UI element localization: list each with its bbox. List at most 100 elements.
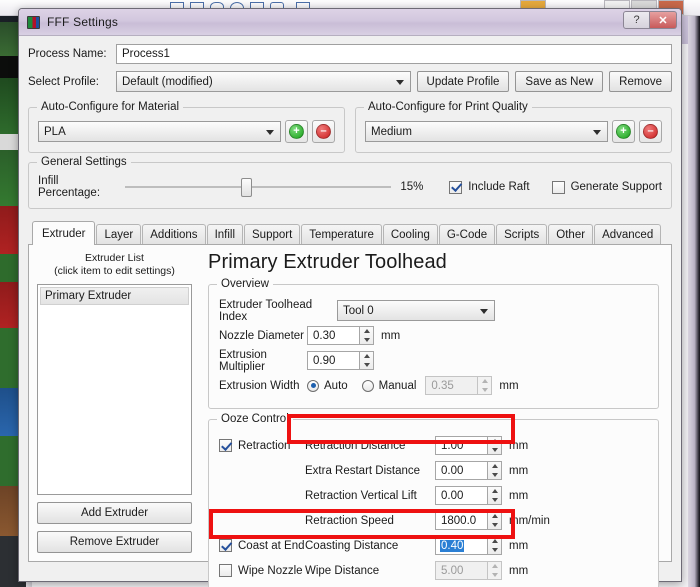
select-profile-dropdown[interactable]: Default (modified) (116, 71, 411, 92)
help-button[interactable]: ? (623, 11, 650, 29)
tab-temperature[interactable]: Temperature (301, 224, 382, 245)
stepper-down-icon[interactable] (488, 521, 501, 530)
tab-cooling[interactable]: Cooling (382, 224, 438, 245)
stepper-buttons[interactable] (487, 436, 502, 455)
nozzle-diameter-unit: mm (381, 329, 401, 342)
generate-support-label: Generate Support (570, 181, 662, 193)
include-raft-checkbox[interactable]: Include Raft (449, 180, 530, 194)
retraction-speed-input[interactable]: 1800.0 (435, 511, 487, 530)
infill-percentage-label: Infill Percentage: (38, 175, 101, 199)
extruder-list-heading-line2: (click item to edit settings) (54, 265, 175, 277)
tab-infill[interactable]: Infill (206, 224, 244, 245)
extrusion-multiplier-row: Extrusion Multiplier 0.90 (219, 348, 648, 373)
update-profile-button[interactable]: Update Profile (416, 71, 510, 92)
extruder-listbox[interactable]: Primary Extruder (37, 284, 192, 495)
stepper-down-icon[interactable] (488, 546, 501, 555)
stepper-up-icon[interactable] (488, 537, 501, 546)
stepper-buttons (477, 376, 493, 395)
extrusion-width-auto-radio[interactable]: Auto (307, 379, 348, 392)
auto-configure-quality-title: Auto-Configure for Print Quality (364, 101, 532, 113)
stepper-buttons[interactable] (359, 326, 374, 345)
coast-at-end-checkbox[interactable]: Coast at End (219, 539, 305, 552)
extrusion-multiplier-stepper[interactable]: 0.90 (307, 351, 374, 370)
stepper-buttons[interactable] (487, 461, 502, 480)
stepper-buttons[interactable] (487, 486, 502, 505)
infill-percentage-slider[interactable] (124, 177, 392, 197)
extra-restart-distance-input[interactable]: 0.00 (435, 461, 487, 480)
toolhead-index-dropdown[interactable]: Tool 0 (337, 300, 495, 321)
extrusion-width-manual-label: Manual (378, 379, 417, 392)
retraction-vertical-lift-stepper[interactable]: 0.00 (435, 486, 502, 505)
process-name-label: Process Name: (28, 48, 107, 60)
stepper-up-icon[interactable] (488, 462, 501, 471)
stepper-buttons[interactable] (487, 536, 502, 555)
coasting-distance-input[interactable]: 0.40 (435, 536, 487, 555)
general-settings-group: General Settings Infill Percentage: 15% … (28, 156, 672, 209)
auto-configure-material-title: Auto-Configure for Material (37, 101, 184, 113)
retraction-row: Retraction Retraction Distance 1.00 mm (219, 433, 648, 458)
generate-support-checkbox[interactable]: Generate Support (551, 180, 662, 194)
remove-material-button[interactable]: – (312, 120, 335, 143)
extrusion-width-auto-label: Auto (324, 379, 348, 392)
add-material-button[interactable]: + (285, 120, 308, 143)
minus-icon: – (643, 124, 658, 139)
toolhead-index-row: Extruder Toolhead Index Tool 0 (219, 298, 648, 323)
retraction-checkbox[interactable]: Retraction (219, 439, 305, 452)
stepper-up-icon[interactable] (488, 487, 501, 496)
add-extruder-button[interactable]: Add Extruder (37, 502, 192, 524)
plus-icon: + (289, 124, 304, 139)
close-button[interactable]: ✕ (650, 11, 677, 29)
stepper-buttons[interactable] (359, 351, 374, 370)
stepper-buttons[interactable] (487, 511, 502, 530)
nozzle-diameter-stepper[interactable]: 0.30 (307, 326, 374, 345)
stepper-up-icon[interactable] (488, 437, 501, 446)
overview-group: Overview Extruder Toolhead Index Tool 0 … (208, 278, 659, 409)
dialog-titlebar[interactable]: FFF Settings ? ✕ (19, 9, 681, 36)
stepper-down-icon[interactable] (488, 496, 501, 505)
save-as-new-button[interactable]: Save as New (515, 71, 604, 92)
stepper-up-icon[interactable] (360, 327, 373, 336)
extra-restart-distance-stepper[interactable]: 0.00 (435, 461, 502, 480)
coasting-distance-stepper[interactable]: 0.40 (435, 536, 502, 555)
coasting-distance-value: 0.40 (440, 539, 465, 552)
wipe-distance-label: Wipe Distance (305, 564, 380, 577)
list-item[interactable]: Primary Extruder (40, 287, 189, 305)
retraction-vertical-lift-input[interactable]: 0.00 (435, 486, 487, 505)
tab-other[interactable]: Other (548, 224, 594, 245)
stepper-down-icon[interactable] (360, 361, 373, 370)
stepper-down-icon[interactable] (488, 446, 501, 455)
remove-quality-button[interactable]: – (639, 120, 662, 143)
retraction-distance-stepper[interactable]: 1.00 (435, 436, 502, 455)
tab-extruder[interactable]: Extruder (32, 221, 96, 245)
tab-scripts[interactable]: Scripts (496, 224, 548, 245)
tab-advanced[interactable]: Advanced (594, 224, 662, 245)
checkbox-icon (449, 180, 463, 194)
stepper-up-icon[interactable] (488, 512, 501, 521)
checkbox-icon (551, 180, 565, 194)
extruder-settings-pane: Primary Extruder Toolhead Overview Extru… (198, 245, 671, 587)
extrusion-multiplier-input[interactable]: 0.90 (307, 351, 359, 370)
tab-layer[interactable]: Layer (96, 224, 142, 245)
remove-profile-button[interactable]: Remove (609, 71, 672, 92)
stepper-down-icon[interactable] (488, 471, 501, 480)
stepper-down-icon[interactable] (360, 336, 373, 345)
retraction-speed-stepper[interactable]: 1800.0 (435, 511, 502, 530)
radio-icon (307, 379, 319, 392)
auto-configure-material-group: Auto-Configure for Material PLA + – (28, 101, 345, 153)
extrusion-width-manual-radio[interactable]: Manual (361, 379, 417, 392)
tab-support[interactable]: Support (244, 224, 301, 245)
tab-gcode[interactable]: G-Code (438, 224, 496, 245)
tab-additions[interactable]: Additions (142, 224, 206, 245)
stepper-up-icon[interactable] (360, 352, 373, 361)
process-name-input[interactable]: Process1 (116, 44, 672, 64)
slider-thumb[interactable] (240, 178, 252, 197)
quality-dropdown[interactable]: Medium (365, 121, 608, 142)
extrusion-width-label: Extrusion Width (219, 379, 300, 392)
remove-extruder-button[interactable]: Remove Extruder (37, 531, 192, 553)
material-dropdown[interactable]: PLA (38, 121, 281, 142)
retraction-distance-input[interactable]: 1.00 (435, 436, 487, 455)
wipe-nozzle-checkbox[interactable]: Wipe Nozzle (219, 564, 305, 577)
nozzle-diameter-input[interactable]: 0.30 (307, 326, 359, 345)
general-settings-title: General Settings (37, 156, 131, 168)
add-quality-button[interactable]: + (612, 120, 635, 143)
